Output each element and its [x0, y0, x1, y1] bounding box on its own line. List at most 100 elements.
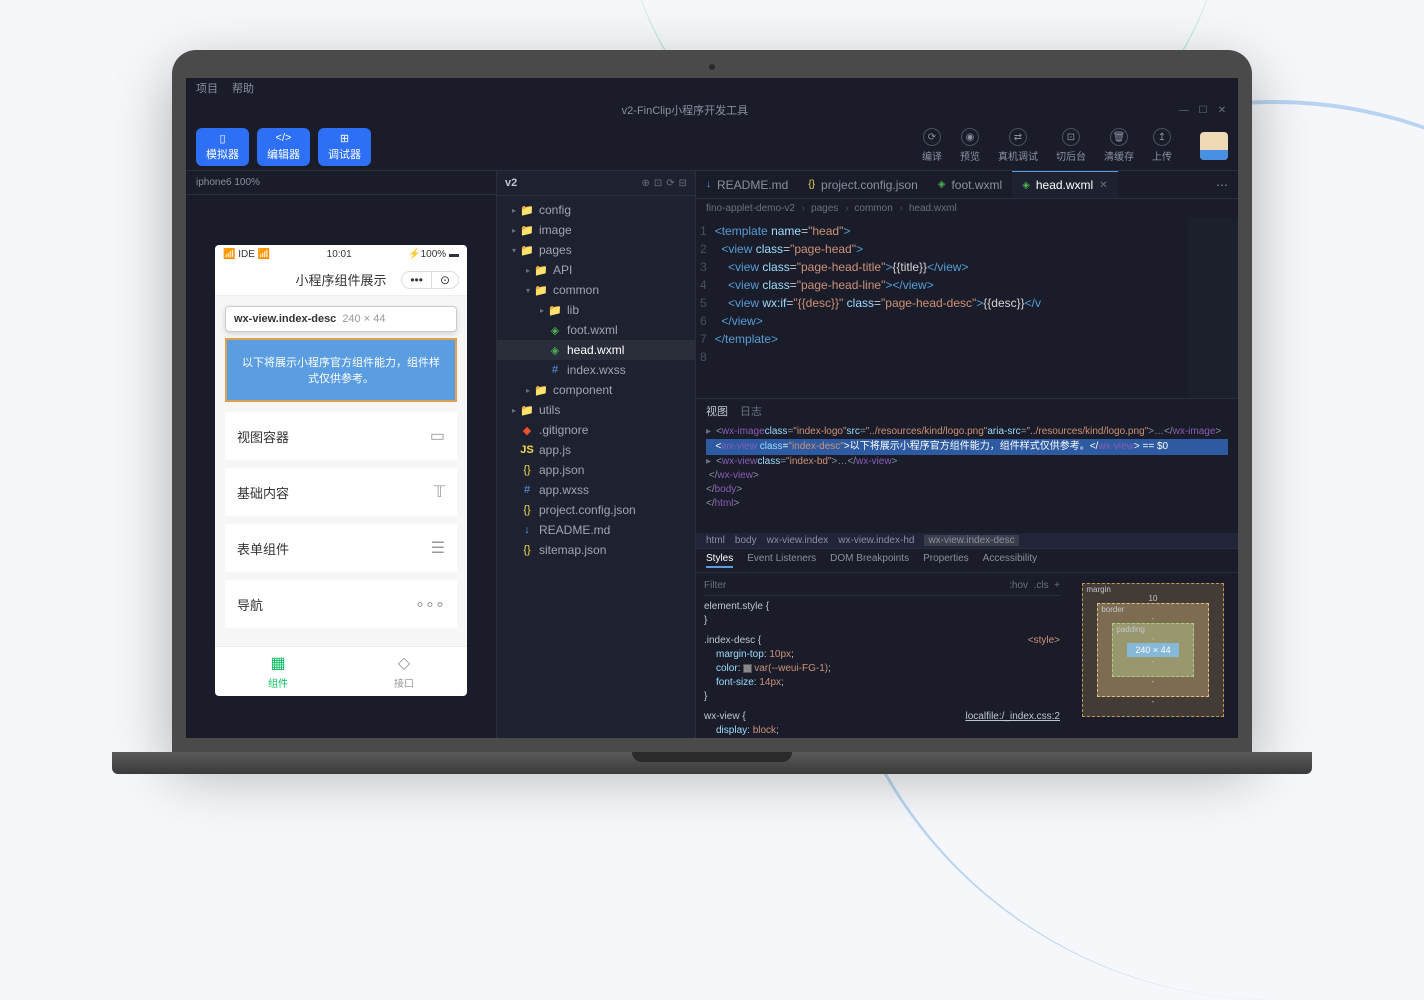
menu-row[interactable]: 导航∘∘∘	[225, 580, 457, 628]
dom-crumb-item[interactable]: html	[706, 535, 725, 546]
editor-tab[interactable]: ◈foot.wxml	[928, 172, 1012, 198]
bg-icon: ⊡	[1062, 128, 1080, 146]
nav-title: 小程序组件展示	[295, 270, 386, 289]
tree-item[interactable]: ▸📁config	[497, 200, 695, 220]
collapse-icon[interactable]: ⊟	[679, 178, 687, 189]
menu-project[interactable]: 项目	[196, 80, 218, 96]
action-upload[interactable]: ↥上传	[1152, 128, 1172, 163]
status-signal: 📶 IDE 📶	[223, 249, 270, 260]
simulator-panel: iphone6 100% 📶 IDE 📶 10:01 ⚡100% ▬ 小程序组件…	[186, 171, 496, 738]
highlighted-element[interactable]: 以下将展示小程序官方组件能力，组件样式仅供参考。	[225, 338, 457, 402]
tree-item[interactable]: {}project.config.json	[497, 500, 695, 520]
avatar[interactable]	[1200, 132, 1228, 160]
style-tab[interactable]: DOM Breakpoints	[830, 553, 909, 568]
filter-input[interactable]: Filter	[704, 579, 726, 593]
add-rule-button[interactable]: +	[1054, 580, 1060, 591]
eye-icon: ◉	[961, 128, 979, 146]
wxml-icon: ◈	[938, 179, 946, 190]
wxml-icon: ◈	[547, 344, 563, 357]
window-title: v2-FinClip小程序开发工具	[196, 102, 1174, 118]
tab-simulator-label: 模拟器	[206, 146, 239, 162]
tree-root[interactable]: v2	[505, 177, 637, 189]
chevron-icon: ▸	[509, 206, 519, 215]
editor-tab[interactable]: ↓README.md	[696, 172, 798, 198]
action-background[interactable]: ⊡切后台	[1056, 128, 1086, 163]
dom-crumb-item[interactable]: wx-view.index	[767, 535, 829, 546]
code-editor[interactable]: 12345678 <template name="head"> <view cl…	[696, 218, 1238, 398]
trash-icon: 🗑	[1110, 128, 1128, 146]
style-tab[interactable]: Event Listeners	[747, 553, 816, 568]
json-icon: {}	[519, 544, 535, 556]
cls-button[interactable]: .cls	[1034, 580, 1049, 591]
tree-item[interactable]: ◆.gitignore	[497, 420, 695, 440]
tab-debugger[interactable]: ⊞ 调试器	[318, 128, 371, 166]
tree-item[interactable]: ◈head.wxml	[497, 340, 695, 360]
style-tab[interactable]: Accessibility	[983, 553, 1037, 568]
menu-help[interactable]: 帮助	[232, 80, 254, 96]
action-preview[interactable]: ◉预览	[960, 128, 980, 163]
chevron-icon: ▸	[537, 306, 547, 315]
app-window: 项目 帮助 v2-FinClip小程序开发工具 — ☐ ✕ ▯ 模拟器	[186, 78, 1238, 738]
folder-icon: 📁	[519, 244, 535, 257]
breadcrumb-item[interactable]: head.wxml	[909, 203, 961, 214]
devtools-tab-log[interactable]: 日志	[740, 403, 762, 419]
maximize-icon[interactable]: ☐	[1197, 105, 1209, 116]
capsule-button[interactable]: ••• ⊙	[401, 271, 459, 289]
status-battery: ⚡100% ▬	[408, 249, 459, 260]
tree-item[interactable]: ◈foot.wxml	[497, 320, 695, 340]
tab-editor[interactable]: </> 编辑器	[257, 128, 310, 166]
breadcrumb-item[interactable]: fino-applet-demo-v2	[706, 203, 805, 214]
simulator-device-label[interactable]: iphone6 100%	[186, 171, 496, 195]
tabbar-component[interactable]: ▦组件	[215, 647, 341, 696]
close-icon[interactable]: ✕	[1099, 180, 1107, 191]
camera-dot	[709, 64, 715, 70]
wxml-icon: ◈	[547, 324, 563, 337]
md-icon: ↓	[706, 179, 711, 190]
tab-editor-label: 编辑器	[267, 146, 300, 162]
tree-item[interactable]: #app.wxss	[497, 480, 695, 500]
breadcrumb-item[interactable]: common	[854, 203, 902, 214]
menu-row[interactable]: 表单组件☰	[225, 524, 457, 572]
dom-crumb-item[interactable]: wx-view.index-hd	[838, 535, 914, 546]
tree-item[interactable]: {}sitemap.json	[497, 540, 695, 560]
dom-tree[interactable]: ▸<wx-image class="index-logo" src="../re…	[696, 423, 1238, 533]
new-folder-icon[interactable]: ⊡	[654, 178, 662, 189]
tree-item[interactable]: {}app.json	[497, 460, 695, 480]
tree-item[interactable]: ▸📁component	[497, 380, 695, 400]
dom-crumb-item[interactable]: body	[735, 535, 757, 546]
styles-pane[interactable]: Filter :hov .cls + element.style {} .ind…	[696, 573, 1068, 738]
tree-item[interactable]: ↓README.md	[497, 520, 695, 540]
minimap[interactable]	[1188, 218, 1238, 398]
menu-row-icon: 𝕋	[434, 482, 445, 502]
action-clear-cache[interactable]: 🗑清缓存	[1104, 128, 1134, 163]
chevron-icon: ▾	[509, 246, 519, 255]
refresh-icon[interactable]: ⟳	[666, 178, 674, 189]
action-remote[interactable]: ⇄真机调试	[998, 128, 1038, 163]
minimize-icon[interactable]: —	[1178, 105, 1190, 116]
tree-item[interactable]: ▸📁utils	[497, 400, 695, 420]
dom-crumb-item[interactable]: wx-view.index-desc	[924, 535, 1018, 546]
breadcrumb-item[interactable]: pages	[811, 203, 848, 214]
new-file-icon[interactable]: ⊕	[641, 178, 649, 189]
tree-item[interactable]: ▾📁common	[497, 280, 695, 300]
tabbar-api[interactable]: ◇接口	[341, 647, 467, 696]
tree-item[interactable]: ▸📁image	[497, 220, 695, 240]
devtools-tab-view[interactable]: 视图	[706, 403, 728, 419]
action-compile[interactable]: ⟳编译	[922, 128, 942, 163]
tree-item[interactable]: ▸📁API	[497, 260, 695, 280]
tab-simulator[interactable]: ▯ 模拟器	[196, 128, 249, 166]
menu-row[interactable]: 视图容器▭	[225, 412, 457, 460]
tab-overflow-icon[interactable]: ⋯	[1206, 178, 1238, 192]
tree-item[interactable]: JSapp.js	[497, 440, 695, 460]
close-icon[interactable]: ✕	[1216, 105, 1228, 116]
tree-item[interactable]: ▾📁pages	[497, 240, 695, 260]
tree-item[interactable]: #index.wxss	[497, 360, 695, 380]
hov-button[interactable]: :hov	[1009, 580, 1028, 591]
md-icon: ↓	[519, 524, 535, 536]
tree-item[interactable]: ▸📁lib	[497, 300, 695, 320]
style-tab[interactable]: Styles	[706, 553, 733, 568]
editor-tab[interactable]: ◈head.wxml✕	[1012, 171, 1117, 198]
menu-row[interactable]: 基础内容𝕋	[225, 468, 457, 516]
editor-tab[interactable]: {}project.config.json	[798, 172, 927, 198]
style-tab[interactable]: Properties	[923, 553, 969, 568]
